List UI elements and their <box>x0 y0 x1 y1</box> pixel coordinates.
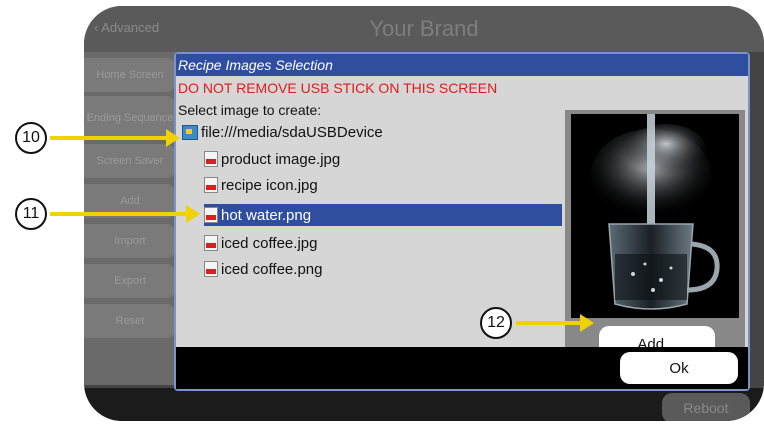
file-item[interactable]: iced coffee.png <box>204 258 322 280</box>
tree-root[interactable]: file:///media/sdaUSBDevice <box>182 124 383 141</box>
sidebar-item-export[interactable]: Export <box>84 264 176 298</box>
sidebar-item-home-screen[interactable]: Home Screen <box>84 58 176 92</box>
ok-button[interactable]: Ok <box>620 352 738 384</box>
hot-water-preview-image <box>571 114 739 318</box>
brand-title: Your Brand <box>369 16 479 41</box>
callout-11-arrow <box>50 205 200 223</box>
image-file-icon <box>204 261 218 277</box>
file-name: product image.jpg <box>221 150 341 168</box>
dialog-body: DO NOT REMOVE USB STICK ON THIS SCREEN S… <box>176 76 748 366</box>
callout-12: 12 <box>480 307 512 339</box>
dialog-footer: Ok <box>176 347 748 389</box>
hot-water-illustration <box>591 114 720 310</box>
file-name: iced coffee.png <box>221 260 323 278</box>
image-file-icon <box>204 177 218 193</box>
usb-folder-icon <box>182 125 198 140</box>
callout-10-arrow <box>50 129 180 147</box>
file-item[interactable]: iced coffee.jpg <box>204 232 317 254</box>
select-prompt: Select image to create: <box>178 102 322 118</box>
file-name: recipe icon.jpg <box>221 176 318 194</box>
callout-12-arrow <box>516 314 594 332</box>
callout-11: 11 <box>15 198 47 230</box>
sidebar-item-import[interactable]: Import <box>84 224 176 258</box>
sidebar-item-ending-sequence[interactable]: Ending Sequence <box>84 96 176 140</box>
file-item[interactable]: product image.jpg <box>204 148 340 170</box>
image-file-icon <box>204 235 218 251</box>
file-name: hot water.png <box>221 206 312 224</box>
image-file-icon <box>204 207 218 223</box>
image-file-icon <box>204 151 218 167</box>
sidebar-item-screen-saver[interactable]: Screen Saver <box>84 144 176 178</box>
sidebar: Home Screen Ending Sequence Screen Saver… <box>84 52 176 385</box>
file-item[interactable]: recipe icon.jpg <box>204 174 318 196</box>
bottom-bar: Reboot <box>84 388 764 421</box>
top-bar: ‹ Advanced Your Brand <box>84 6 764 52</box>
dialog-title: Recipe Images Selection <box>176 54 748 76</box>
file-name: iced coffee.jpg <box>221 234 318 252</box>
usb-warning: DO NOT REMOVE USB STICK ON THIS SCREEN <box>178 80 498 96</box>
recipe-images-dialog: Recipe Images Selection DO NOT REMOVE US… <box>174 52 750 391</box>
root-path: file:///media/sdaUSBDevice <box>201 124 383 141</box>
reboot-button[interactable]: Reboot <box>662 393 750 421</box>
callout-10: 10 <box>15 122 47 154</box>
file-item-selected[interactable]: hot water.png <box>204 204 562 226</box>
sidebar-item-reset[interactable]: Reset <box>84 304 176 338</box>
